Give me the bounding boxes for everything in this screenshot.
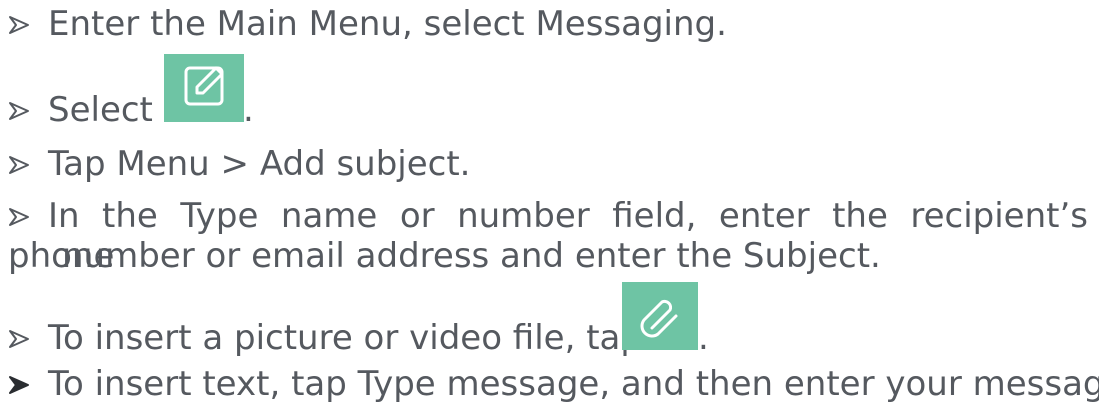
arrow-bullet-icon <box>8 374 30 396</box>
arrow-bullet-icon <box>8 100 30 122</box>
step-2-text: Select <box>48 90 153 130</box>
attach-paperclip-icon <box>622 282 698 350</box>
step-3: Tap Menu > Add subject. <box>8 144 471 184</box>
step-6: To insert text, tap Type message, and th… <box>8 364 1099 404</box>
compose-icon <box>164 54 244 122</box>
step-5: To insert a picture or video file, tap <box>8 318 642 358</box>
step-2: Select <box>8 90 153 130</box>
step-6-text: To insert text, tap Type message, and th… <box>48 364 1099 404</box>
step-2-suffix: . <box>243 90 254 130</box>
arrow-bullet-icon <box>8 206 30 228</box>
arrow-bullet-icon <box>8 328 30 350</box>
step-5-text: To insert a picture or video file, tap <box>48 318 642 358</box>
step-1-text: Enter the Main Menu, select Messaging. <box>48 4 727 44</box>
step-3-text: Tap Menu > Add subject. <box>48 144 471 184</box>
step-1: Enter the Main Menu, select Messaging. <box>8 4 727 44</box>
step-4-continuation: number or email address and enter the Su… <box>62 236 881 276</box>
arrow-bullet-icon <box>8 154 30 176</box>
arrow-bullet-icon <box>8 14 30 36</box>
step-5-suffix: . <box>698 318 709 358</box>
